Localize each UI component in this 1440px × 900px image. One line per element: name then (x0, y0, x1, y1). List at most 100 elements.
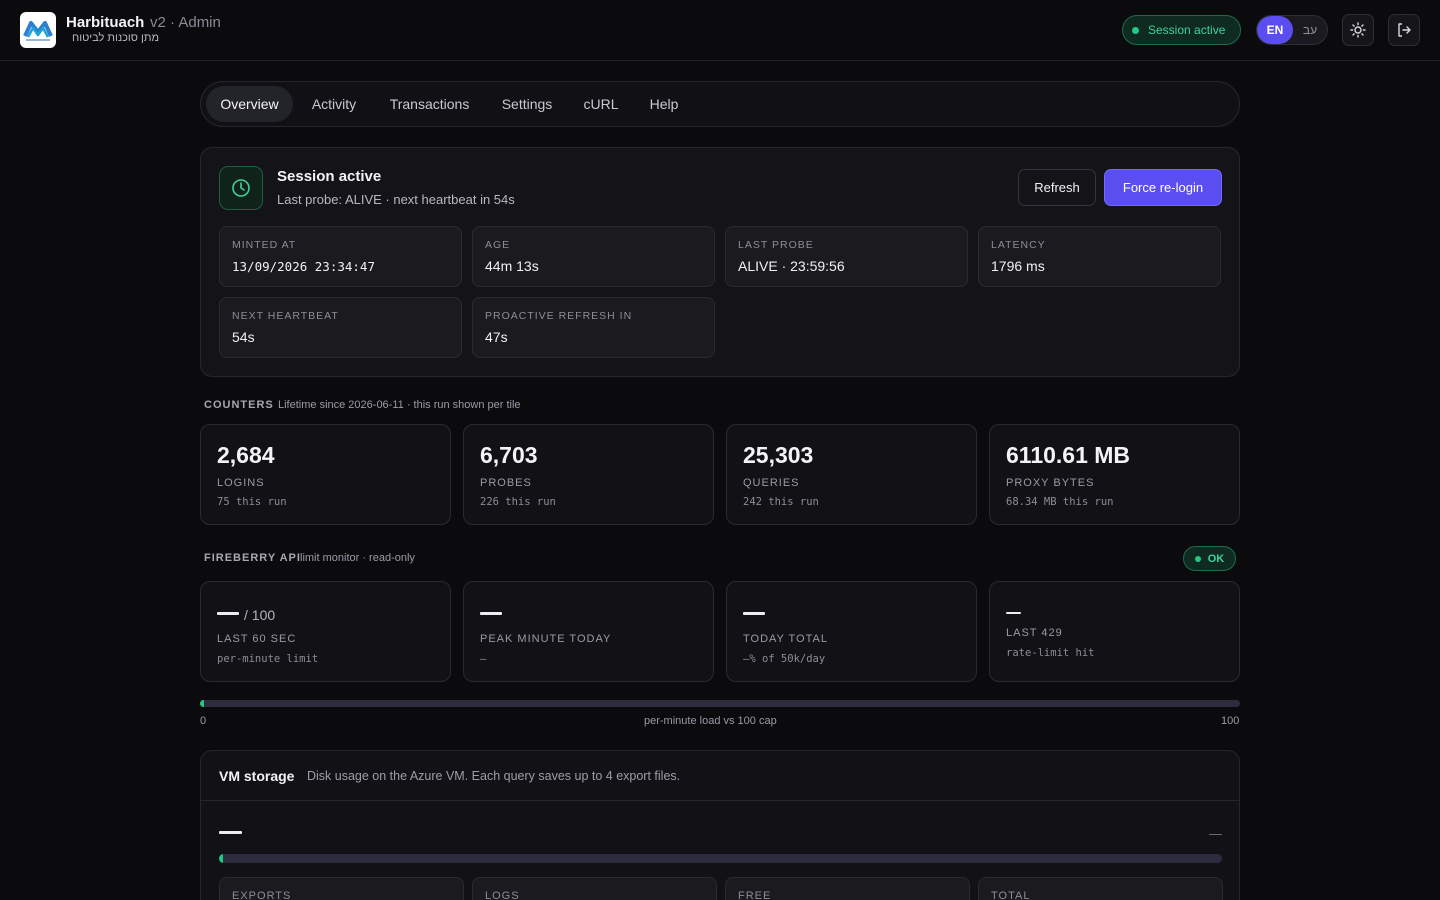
divider (201, 800, 1239, 801)
load-progress-bar (200, 700, 1240, 707)
api-sub: per-minute limit (217, 653, 319, 665)
load-progress-fill (200, 700, 205, 707)
main-tabs: Overview Activity Transactions Settings … (200, 81, 1240, 127)
tab-overview[interactable]: Overview (206, 86, 293, 122)
api-label: TODAY TOTAL (743, 633, 828, 645)
lang-en-button[interactable]: EN (1257, 16, 1293, 44)
empty-value-dash (1006, 612, 1021, 614)
counter-tile-logins: 2,684 LOGINS 75 this run (200, 424, 451, 525)
stat-value: ALIVE · 23:59:56 (738, 258, 845, 274)
vm-cell-exports: EXPORTS (219, 877, 464, 900)
session-title: Session active (277, 168, 382, 185)
counter-label: PROBES (480, 477, 532, 489)
vm-storage-title: VM storage (219, 768, 295, 784)
stat-next-heartbeat: NEXT HEARTBEAT 54s (219, 297, 462, 358)
counter-sub: 242 this run (743, 496, 819, 508)
logout-button[interactable] (1388, 14, 1420, 46)
counter-value: 6,703 (480, 442, 538, 468)
api-label: LAST 429 (1006, 627, 1063, 639)
api-status-badge: OK (1183, 546, 1236, 571)
app-subtitle: מתן סוכנות לביטוח (72, 32, 160, 44)
counter-label: LOGINS (217, 477, 265, 489)
tab-transactions[interactable]: Transactions (381, 86, 478, 122)
sun-icon (1350, 22, 1366, 38)
counter-value: 6110.61 MB (1006, 442, 1131, 468)
clock-icon-box (219, 166, 263, 210)
app-title: Harbituach (66, 14, 145, 31)
counters-note: Lifetime since 2026-06-11 · this run sho… (278, 399, 521, 411)
tab-settings[interactable]: Settings (493, 86, 561, 122)
counter-tile-probes: 6,703 PROBES 226 this run (463, 424, 714, 525)
api-status-label: OK (1207, 552, 1225, 565)
api-sub: — (480, 653, 487, 665)
disk-usage-fill (219, 854, 223, 863)
stat-label: PROACTIVE REFRESH IN (485, 310, 633, 322)
counter-sub: 75 this run (217, 496, 287, 508)
counter-sub: 68.34 MB this run (1006, 496, 1114, 508)
disk-usage-bar (219, 854, 1222, 863)
api-label: PEAK MINUTE TODAY (480, 633, 612, 645)
counter-value: 25,303 (743, 442, 814, 468)
stat-value: 44m 13s (485, 258, 539, 274)
vm-cell-label: FREE (738, 890, 772, 900)
api-tile-last-429: LAST 429 rate-limit hit (989, 581, 1240, 682)
api-tile-peak-minute: PEAK MINUTE TODAY — (463, 581, 714, 682)
counter-tile-queries: 25,303 QUERIES 242 this run (726, 424, 977, 525)
api-sub: rate-limit hit (1006, 647, 1095, 659)
tab-curl[interactable]: cURL (576, 86, 626, 122)
bar-caption: per-minute load vs 100 cap (644, 715, 777, 727)
status-dot-icon (1132, 26, 1139, 34)
api-cap: / 100 (244, 607, 276, 623)
vm-cell-label: EXPORTS (232, 890, 292, 900)
stat-label: NEXT HEARTBEAT (232, 310, 339, 322)
stat-label: MINTED AT (232, 239, 297, 251)
counter-label: QUERIES (743, 477, 800, 489)
language-switcher: EN עב (1256, 15, 1328, 45)
empty-value-dash (1209, 834, 1222, 835)
counters-heading: COUNTERS (204, 399, 274, 411)
session-status-label: Session active (1148, 23, 1226, 37)
stat-label: LATENCY (991, 239, 1046, 251)
stat-last-probe: LAST PROBE ALIVE · 23:59:56 (725, 226, 968, 287)
empty-value-dash (480, 612, 502, 615)
api-label: LAST 60 SEC (217, 633, 297, 645)
session-status-badge: Session active (1122, 15, 1241, 45)
session-card: Session active Last probe: ALIVE · next … (200, 147, 1240, 377)
stat-proactive-refresh: PROACTIVE REFRESH IN 47s (472, 297, 715, 358)
tab-help[interactable]: Help (641, 86, 687, 122)
stat-label: AGE (485, 239, 511, 251)
vm-storage-card: VM storage Disk usage on the Azure VM. E… (200, 750, 1240, 900)
tab-activity[interactable]: Activity (302, 86, 366, 122)
logout-icon (1398, 23, 1411, 37)
vm-cell-label: LOGS (485, 890, 520, 900)
stat-minted-at: MINTED AT 13/09/2026 23:34:47 (219, 226, 462, 287)
api-tile-last-60-sec: / 100 LAST 60 SEC per-minute limit (200, 581, 451, 682)
api-tile-today-total: TODAY TOTAL —% of 50k/day (726, 581, 977, 682)
vm-storage-description: Disk usage on the Azure VM. Each query s… (307, 769, 681, 783)
app-version: v2 · Admin (150, 14, 221, 31)
stat-value: 47s (485, 329, 508, 345)
empty-value-dash (217, 612, 239, 615)
vm-cell-free: FREE (725, 877, 970, 900)
empty-value-dash (743, 612, 765, 615)
session-subtitle: Last probe: ALIVE · next heartbeat in 54… (277, 192, 515, 207)
counter-tile-proxy-bytes: 6110.61 MB PROXY BYTES 68.34 MB this run (989, 424, 1240, 525)
stat-value: 13/09/2026 23:34:47 (232, 259, 375, 274)
company-logo (20, 12, 56, 48)
empty-value-dash (219, 831, 242, 834)
stat-value: 1796 ms (991, 258, 1045, 274)
clock-icon (232, 179, 250, 197)
api-sub: —% of 50k/day (743, 653, 826, 665)
stat-latency: LATENCY 1796 ms (978, 226, 1221, 287)
theme-toggle-button[interactable] (1342, 14, 1374, 46)
counter-label: PROXY BYTES (1006, 477, 1095, 489)
lang-he-button[interactable]: עב (1293, 16, 1327, 44)
force-relogin-button[interactable]: Force re-login (1104, 169, 1222, 206)
status-dot-icon (1194, 555, 1201, 562)
vm-cell-total: TOTAL (978, 877, 1223, 900)
vm-cell-label: TOTAL (991, 890, 1031, 900)
refresh-button[interactable]: Refresh (1018, 169, 1096, 206)
stat-label: LAST PROBE (738, 239, 814, 251)
app-header: Harbituach v2 · Admin מתן סוכנות לביטוח … (0, 0, 1440, 61)
vm-cell-logs: LOGS (472, 877, 717, 900)
